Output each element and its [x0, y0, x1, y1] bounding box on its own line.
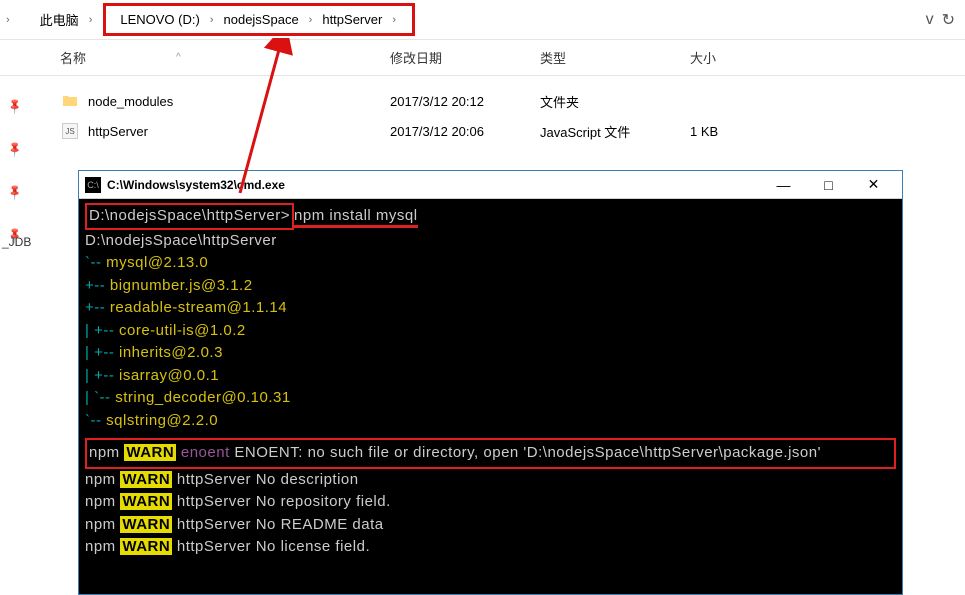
- warn-list: npm WARN httpServer No descriptionnpm WA…: [85, 469, 896, 559]
- file-name: httpServer: [88, 124, 390, 139]
- package-line: | +-- isarray@0.0.1: [85, 365, 896, 388]
- chevron-right-icon: ›: [89, 14, 93, 26]
- pin-icon: 📌: [5, 140, 24, 159]
- maximize-button[interactable]: □: [806, 173, 851, 197]
- breadcrumb-folder-1[interactable]: nodejsSpace: [220, 10, 303, 29]
- warn-message: ENOENT: no such file or directory, open …: [230, 444, 821, 461]
- npm-prefix: npm: [89, 444, 120, 461]
- chevron-right-icon: ›: [309, 14, 313, 26]
- breadcrumb-folder-2[interactable]: httpServer: [318, 10, 386, 29]
- cmd-line: D:\nodejsSpace\httpServer: [85, 230, 896, 253]
- chevron-right-icon: ›: [392, 14, 396, 26]
- warn-badge: WARN: [124, 444, 176, 461]
- column-name-label: 名称: [60, 48, 86, 67]
- file-type: JavaScript 文件: [540, 122, 690, 141]
- package-tree: `-- mysql@2.13.0 +-- bignumber.js@3.1.2 …: [85, 252, 896, 432]
- file-explorer: › 此电脑 › LENOVO (D:) › nodejsSpace › http…: [0, 0, 965, 156]
- refresh-icon[interactable]: ↻: [942, 10, 955, 30]
- package-line: `-- mysql@2.13.0: [85, 252, 896, 275]
- warn-line: npm WARN httpServer No README data: [85, 514, 896, 537]
- cmd-window: C:\ C:\Windows\system32\cmd.exe — □ ✕ D:…: [78, 170, 903, 595]
- file-date: 2017/3/12 20:06: [390, 124, 540, 139]
- warn-enoent-box: npm WARN enoent ENOENT: no such file or …: [85, 438, 896, 469]
- warn-line: npm WARN httpServer No description: [85, 469, 896, 492]
- file-name: node_modules: [88, 94, 390, 109]
- breadcrumb: › 此电脑 › LENOVO (D:) › nodejsSpace › http…: [0, 0, 965, 40]
- sort-indicator-icon: ^: [176, 52, 181, 63]
- cmd-line: D:\nodejsSpace\httpServer>npm install my…: [85, 203, 896, 230]
- package-line: +-- readable-stream@1.1.14: [85, 297, 896, 320]
- warn-line: npm WARN httpServer No license field.: [85, 536, 896, 559]
- sidebar-label: _JDB: [2, 235, 31, 249]
- cmd-titlebar[interactable]: C:\ C:\Windows\system32\cmd.exe — □ ✕: [79, 171, 902, 199]
- dropdown-icon[interactable]: v: [926, 11, 934, 29]
- chevron-right-icon: ›: [210, 14, 214, 26]
- package-line: `-- sqlstring@2.2.0: [85, 410, 896, 433]
- column-date[interactable]: 修改日期: [390, 48, 540, 67]
- package-line: | +-- inherits@2.0.3: [85, 342, 896, 365]
- folder-icon: [60, 91, 80, 111]
- file-row[interactable]: JS httpServer 2017/3/12 20:06 JavaScript…: [0, 116, 965, 146]
- breadcrumb-highlighted: LENOVO (D:) › nodejsSpace › httpServer ›: [103, 3, 415, 36]
- js-file-icon: JS: [60, 121, 80, 141]
- package-line: | `-- string_decoder@0.10.31: [85, 387, 896, 410]
- minimize-button[interactable]: —: [761, 173, 806, 197]
- cmd-command: npm install mysql: [294, 207, 418, 228]
- file-type: 文件夹: [540, 92, 690, 111]
- column-size[interactable]: 大小: [690, 48, 790, 67]
- warn-line: npm WARN httpServer No repository field.: [85, 491, 896, 514]
- breadcrumb-this-pc[interactable]: 此电脑: [36, 8, 83, 31]
- column-name[interactable]: 名称 ^: [60, 48, 390, 67]
- nav-right: v ↻: [926, 10, 965, 30]
- column-type[interactable]: 类型: [540, 48, 690, 67]
- cmd-icon: C:\: [85, 177, 101, 193]
- cmd-title: C:\Windows\system32\cmd.exe: [107, 178, 761, 192]
- cmd-prompt-path: D:\nodejsSpace\httpServer>: [85, 203, 294, 230]
- cmd-body[interactable]: D:\nodejsSpace\httpServer>npm install my…: [79, 199, 902, 594]
- file-size: 1 KB: [690, 124, 790, 139]
- window-controls: — □ ✕: [761, 173, 896, 197]
- file-list: node_modules 2017/3/12 20:12 文件夹 JS http…: [0, 76, 965, 156]
- file-row[interactable]: node_modules 2017/3/12 20:12 文件夹: [0, 86, 965, 116]
- columns-header: 名称 ^ 修改日期 类型 大小: [0, 40, 965, 76]
- package-line: | +-- core-util-is@1.0.2: [85, 320, 896, 343]
- warn-code: enoent: [181, 444, 230, 461]
- quick-access-pins: 📌 📌 📌 📌: [8, 100, 22, 242]
- pin-icon: 📌: [5, 97, 24, 116]
- file-date: 2017/3/12 20:12: [390, 94, 540, 109]
- package-line: +-- bignumber.js@3.1.2: [85, 275, 896, 298]
- chevron-right-icon: ›: [6, 14, 10, 26]
- close-button[interactable]: ✕: [851, 173, 896, 197]
- pin-icon: 📌: [5, 183, 24, 202]
- breadcrumb-drive[interactable]: LENOVO (D:): [116, 10, 203, 29]
